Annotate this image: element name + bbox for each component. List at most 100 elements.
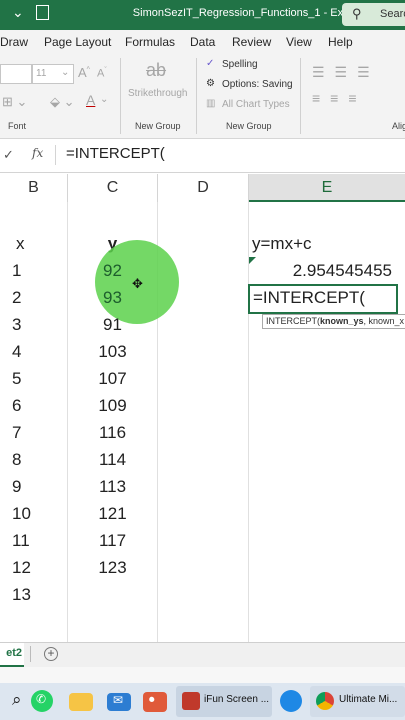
cell-x[interactable]: 3 xyxy=(12,311,21,338)
whatsapp-icon[interactable]: ✆ xyxy=(31,690,53,712)
cell-y[interactable]: 116 xyxy=(68,419,157,446)
ribbon-tabs: Draw Page Layout Formulas Data Review Vi… xyxy=(0,30,405,54)
edge-icon[interactable] xyxy=(280,690,302,712)
formula-input[interactable]: =INTERCEPT( xyxy=(66,145,165,162)
ribbon-divider xyxy=(300,58,301,134)
cell-y[interactable]: 92 xyxy=(68,257,157,284)
screen-recorder-icon[interactable]: ⏺ xyxy=(143,692,167,712)
cell-x[interactable]: 4 xyxy=(12,338,21,365)
vertical-align-icons[interactable]: ☰☰☰ xyxy=(312,64,380,81)
border-icon[interactable]: ⊞ ⌄ xyxy=(2,94,27,110)
taskbar-ifun-button[interactable]: iFun Screen ... xyxy=(176,686,272,717)
horizontal-align-icons[interactable]: ≡≡≡ xyxy=(312,90,367,106)
column-header-c[interactable]: C xyxy=(68,174,158,202)
search-app-icon[interactable]: ⌕ xyxy=(8,689,32,713)
chevron-down-icon: ⌄ xyxy=(61,67,70,78)
enter-check-icon[interactable]: ✓ xyxy=(3,147,14,163)
tab-help[interactable]: Help xyxy=(328,35,353,49)
cell-y[interactable]: 121 xyxy=(68,500,157,527)
group-alignment-label: Alig xyxy=(392,121,405,131)
cell-y[interactable]: 114 xyxy=(68,446,157,473)
tab-page-layout[interactable]: Page Layout xyxy=(44,35,111,49)
strikethrough-label[interactable]: Strikethrough xyxy=(128,88,187,99)
tab-review[interactable]: Review xyxy=(232,35,271,49)
mail-icon[interactable]: ✉ xyxy=(107,693,131,711)
all-chart-types-button[interactable]: All Chart Types xyxy=(222,99,290,110)
sheet-tabs: et2 + xyxy=(0,642,405,667)
strikethrough-icon[interactable]: ab xyxy=(146,60,166,81)
active-cell-editor[interactable]: =INTERCEPT( xyxy=(248,284,398,314)
cell-x[interactable]: 10 xyxy=(12,500,31,527)
cell-x[interactable]: 5 xyxy=(12,365,21,392)
spelling-icon: ✓ xyxy=(206,58,215,69)
function-tooltip[interactable]: INTERCEPT(known_ys, known_x xyxy=(262,314,405,329)
cell-e-label[interactable]: y=mx+c xyxy=(252,230,312,257)
options-saving-button[interactable]: Options: Saving xyxy=(222,79,293,90)
tooltip-function: INTERCEPT( xyxy=(266,316,320,326)
cell-y[interactable]: 113 xyxy=(68,473,157,500)
formula-divider xyxy=(55,145,56,165)
cell-x[interactable]: 2 xyxy=(12,284,21,311)
chevron-down-icon: ⌄ xyxy=(100,94,109,105)
cell-y[interactable]: 103 xyxy=(68,338,157,365)
font-name-box[interactable] xyxy=(0,64,32,84)
group-font-label: Font xyxy=(8,121,27,131)
chrome-icon xyxy=(316,692,334,710)
document-icon xyxy=(36,5,49,20)
add-sheet-button[interactable]: + xyxy=(44,647,58,661)
cell-x[interactable]: 9 xyxy=(12,473,21,500)
chevron-down-icon[interactable]: ⌄ xyxy=(12,4,24,21)
status-strip xyxy=(0,667,405,683)
tab-draw[interactable]: Draw xyxy=(0,35,28,49)
font-size-value: 11 xyxy=(36,68,47,79)
cell-y[interactable]: 107 xyxy=(68,365,157,392)
font-color-icon[interactable]: A xyxy=(86,92,95,108)
cell-x[interactable]: 11 xyxy=(12,527,30,554)
tab-formulas[interactable]: Formulas xyxy=(125,35,175,49)
insert-function-icon[interactable]: fx xyxy=(32,146,43,160)
cell-y[interactable]: 117 xyxy=(68,527,157,554)
grow-font-icon[interactable]: A^ xyxy=(78,65,90,80)
font-size-box[interactable]: 11 ⌄ xyxy=(32,64,74,84)
taskbar-ifun-label: iFun Screen ... xyxy=(204,694,270,705)
cell-y[interactable]: 109 xyxy=(68,392,157,419)
cell-x[interactable]: 6 xyxy=(12,392,21,419)
header-x: x xyxy=(16,234,25,253)
shrink-font-icon[interactable]: Aˇ xyxy=(97,67,107,80)
options-icon: ⚙ xyxy=(206,78,215,89)
search-box[interactable]: ⚲ Searc xyxy=(342,3,405,26)
worksheet-grid[interactable]: x y ✥ 1 2 3 4 5 6 7 8 9 10 11 12 13 92 9… xyxy=(0,202,405,642)
title-bar: ⌄ SimonSezIT_Regression_Functions_1 - Ex… xyxy=(0,0,405,30)
column-header-e[interactable]: E xyxy=(249,174,405,202)
chart-icon: ▥ xyxy=(206,98,216,109)
column-header-d[interactable]: D xyxy=(158,174,249,202)
column-header-b[interactable]: B xyxy=(0,174,68,202)
file-explorer-icon[interactable] xyxy=(69,693,93,711)
tooltip-rest: , known_x xyxy=(363,316,405,326)
group-new-group-label: New Group xyxy=(135,121,181,131)
cell-y[interactable]: 93 xyxy=(68,284,157,311)
window-title: SimonSezIT_Regression_Functions_1 - Exce… xyxy=(132,7,358,19)
tooltip-arg-known-ys[interactable]: known_ys xyxy=(320,316,364,326)
sheet-tab-active[interactable]: et2 xyxy=(0,643,24,667)
cell-y[interactable]: 91 xyxy=(68,311,157,338)
cell-x[interactable]: 13 xyxy=(12,581,31,608)
ribbon: 11 ⌄ A^ Aˇ ⊞ ⌄ ⬙ ⌄ A ⌄ Font ab Strikethr… xyxy=(0,54,405,139)
formula-bar: ✓ fx =INTERCEPT( xyxy=(0,139,405,173)
fill-color-icon[interactable]: ⬙ ⌄ xyxy=(50,94,75,110)
search-label: Searc xyxy=(380,8,405,20)
cell-y[interactable]: 123 xyxy=(68,554,157,581)
taskbar-chrome-label: Ultimate Mi... xyxy=(339,694,398,705)
ribbon-divider xyxy=(120,58,121,134)
tab-data[interactable]: Data xyxy=(190,35,215,49)
cell-x[interactable]: 12 xyxy=(12,554,31,581)
tab-view[interactable]: View xyxy=(286,35,312,49)
spelling-button[interactable]: Spelling xyxy=(222,59,258,70)
column-headers: B C D E xyxy=(0,174,405,203)
taskbar-chrome-button[interactable]: Ultimate Mi... xyxy=(310,686,405,717)
group-new-group-label: New Group xyxy=(226,121,272,131)
cell-x[interactable]: 8 xyxy=(12,446,21,473)
cell-x[interactable]: 7 xyxy=(12,419,21,446)
cell-e-slope[interactable]: 2.954545455 xyxy=(249,257,392,284)
cell-x[interactable]: 1 xyxy=(12,257,21,284)
